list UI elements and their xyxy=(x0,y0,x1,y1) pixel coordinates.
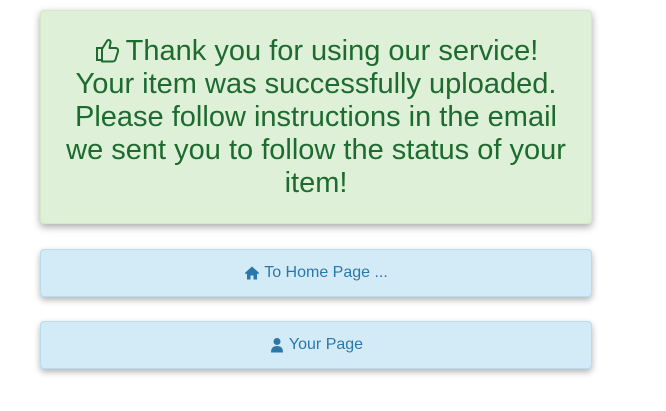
message-line-4: we sent you to follow the status of your xyxy=(66,133,566,166)
thumbs-up-icon xyxy=(94,37,120,63)
success-message: Thank you for using our service! Your it… xyxy=(52,35,580,200)
user-icon xyxy=(269,337,285,353)
your-page-button[interactable]: Your Page xyxy=(40,321,592,369)
success-alert: Thank you for using our service! Your it… xyxy=(40,10,592,224)
message-line-5: item! xyxy=(284,166,348,199)
message-line-1: Thank you for using our service! xyxy=(125,34,539,67)
home-page-button[interactable]: To Home Page ... xyxy=(40,249,592,297)
home-page-button-label: To Home Page ... xyxy=(264,264,388,281)
message-line-3: Please follow instructions in the email xyxy=(75,100,557,133)
home-icon xyxy=(244,265,260,281)
your-page-button-label: Your Page xyxy=(288,336,364,353)
message-line-2: Your item was successfully uploaded. xyxy=(75,67,557,100)
